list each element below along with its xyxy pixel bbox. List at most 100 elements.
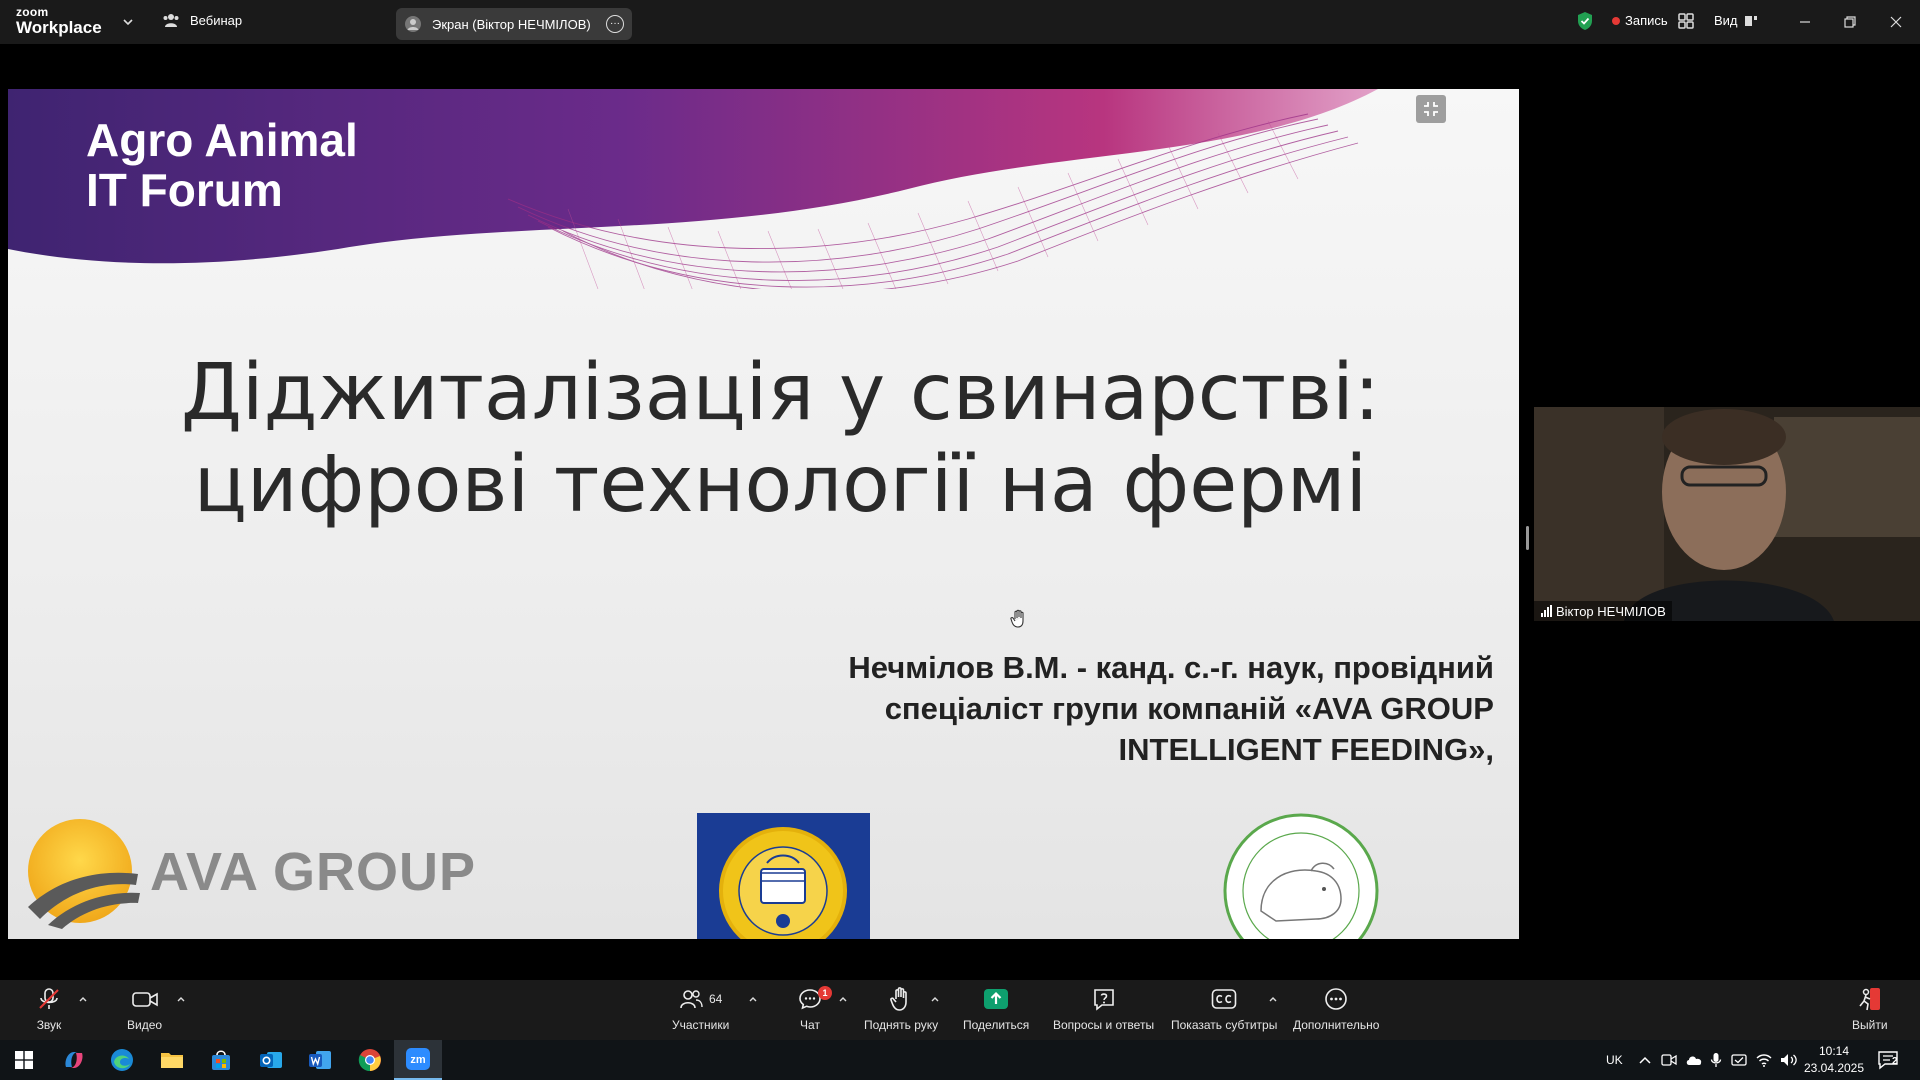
windows-logo-icon bbox=[15, 1051, 33, 1069]
microphone-muted-icon bbox=[39, 988, 59, 1009]
gallery-grid-icon[interactable] bbox=[1677, 12, 1695, 30]
captions-options-caret-icon[interactable] bbox=[1268, 994, 1278, 1004]
chevron-down-icon[interactable] bbox=[120, 14, 136, 30]
participant-video-tile[interactable]: Віктор НЕЧМІЛОВ bbox=[1534, 407, 1920, 621]
heading-line1: Діджиталізація у свинарстві: bbox=[180, 348, 1381, 438]
chat-options-caret-icon[interactable] bbox=[838, 994, 848, 1004]
fullscreen-button[interactable] bbox=[1416, 95, 1446, 123]
view-label: Вид bbox=[1714, 13, 1738, 28]
audio-button[interactable]: Звук bbox=[36, 986, 62, 1032]
share-screen-button[interactable]: Поделиться bbox=[963, 986, 1029, 1032]
tray-overflow-chevron-icon[interactable] bbox=[1638, 1054, 1652, 1066]
restore-icon bbox=[1844, 16, 1856, 28]
panel-resize-handle[interactable] bbox=[1526, 526, 1529, 550]
chat-button[interactable]: 1 Чат bbox=[798, 986, 832, 1032]
volume-icon[interactable] bbox=[1780, 1053, 1798, 1067]
language-label: UK bbox=[1606, 1053, 1623, 1067]
webinar-indicator[interactable]: Вебинар bbox=[162, 12, 242, 28]
word-icon bbox=[309, 1051, 331, 1069]
meeting-controls-bar: Звук Видео 64 Участники 1 Чат Поднять ру… bbox=[0, 980, 1920, 1040]
windows-taskbar: zm UK 10:14 23.04.2025 2 bbox=[0, 1040, 1920, 1080]
svg-text:zm: zm bbox=[410, 1054, 426, 1066]
share-label: Поделиться bbox=[963, 1018, 1030, 1032]
encryption-shield-icon[interactable] bbox=[1576, 11, 1594, 31]
taskbar-chrome[interactable] bbox=[346, 1040, 394, 1080]
more-label: Дополнительно bbox=[1293, 1018, 1380, 1032]
reactions-caret-icon[interactable] bbox=[930, 994, 940, 1004]
hand-cursor-icon bbox=[1010, 609, 1024, 628]
share-label: Экран (Віктор НЕЧМІЛОВ) bbox=[432, 16, 591, 32]
meet-now-icon[interactable] bbox=[1661, 1053, 1677, 1067]
security-tray-icon[interactable] bbox=[1731, 1052, 1747, 1068]
copilot-icon bbox=[65, 1052, 83, 1068]
taskbar-store[interactable] bbox=[197, 1040, 245, 1080]
minimize-window-button[interactable] bbox=[1793, 10, 1817, 34]
slide-heading: Діджиталізація у свинарстві: цифрові тех… bbox=[8, 347, 1519, 531]
avatar-icon bbox=[405, 16, 421, 32]
author-line2: спеціаліст групи компаній «AVA GROUP bbox=[884, 691, 1494, 726]
wifi-icon[interactable] bbox=[1756, 1053, 1772, 1067]
participants-options-caret-icon[interactable] bbox=[748, 994, 758, 1004]
clock-date: 23.04.2025 bbox=[1803, 1061, 1865, 1075]
folder-icon bbox=[161, 1053, 183, 1068]
close-window-button[interactable] bbox=[1884, 10, 1908, 34]
taskbar-word[interactable] bbox=[296, 1040, 344, 1080]
signal-strength-icon bbox=[1541, 605, 1552, 617]
video-button[interactable]: Видео bbox=[127, 986, 162, 1032]
leave-icon bbox=[1859, 988, 1880, 1011]
author-line1: Нечмілов В.М. - канд. с.-г. наук, провід… bbox=[848, 650, 1494, 685]
taskbar-copilot[interactable] bbox=[50, 1040, 98, 1080]
participants-label: Участники bbox=[672, 1018, 730, 1032]
brand-small: zoom bbox=[16, 5, 49, 19]
kiev-contract-fair-seal bbox=[697, 813, 870, 939]
onedrive-cloud-icon[interactable] bbox=[1685, 1054, 1703, 1066]
participants-icon bbox=[680, 990, 703, 1009]
heading-line2: цифрові технології на фермі bbox=[193, 440, 1368, 530]
webinar-icon bbox=[163, 14, 179, 27]
participants-button[interactable]: 64 Участники bbox=[672, 986, 729, 1032]
shared-screen-slide[interactable]: Agro Animal IT Forum Діджиталізація у св… bbox=[8, 89, 1519, 939]
share-screen-icon bbox=[984, 989, 1009, 1009]
webinar-label: Вебинар bbox=[190, 12, 243, 28]
store-bag-icon bbox=[212, 1050, 230, 1070]
screen-share-pill[interactable]: Экран (Віктор НЕЧМІЛОВ) ··· bbox=[396, 8, 632, 40]
input-language[interactable]: UK bbox=[1606, 1040, 1623, 1080]
qa-button[interactable]: Вопросы и ответы bbox=[1053, 986, 1154, 1032]
forum-title-line2: IT Forum bbox=[86, 164, 283, 216]
raise-hand-button[interactable]: Поднять руку bbox=[864, 986, 938, 1032]
camera-icon bbox=[131, 992, 158, 1007]
system-clock[interactable]: 10:14 23.04.2025 bbox=[1800, 1043, 1868, 1077]
forum-title: Agro Animal IT Forum bbox=[86, 115, 358, 215]
start-button[interactable] bbox=[0, 1040, 48, 1080]
taskbar-outlook[interactable] bbox=[247, 1040, 295, 1080]
view-menu-button[interactable]: Вид bbox=[1714, 13, 1758, 28]
meeting-content-area: Agro Animal IT Forum Діджиталізація у св… bbox=[0, 44, 1920, 980]
taskbar-zoom[interactable]: zm bbox=[394, 1040, 442, 1080]
taskbar-edge[interactable] bbox=[98, 1040, 146, 1080]
author-line3: INTELLIGENT FEEDING», bbox=[1118, 732, 1494, 767]
close-icon bbox=[1890, 16, 1902, 28]
stock-breeders-association-seal bbox=[1223, 813, 1379, 939]
captions-button[interactable]: Показать субтитры bbox=[1171, 986, 1277, 1032]
taskbar-file-explorer[interactable] bbox=[148, 1040, 196, 1080]
restore-window-button[interactable] bbox=[1838, 10, 1862, 34]
raise-hand-label: Поднять руку bbox=[864, 1018, 939, 1032]
exit-fullscreen-icon bbox=[1424, 102, 1438, 116]
audio-options-caret-icon[interactable] bbox=[78, 994, 88, 1004]
author-credits: Нечмілов В.М. - канд. с.-г. наук, провід… bbox=[734, 647, 1494, 770]
minimize-icon bbox=[1800, 21, 1810, 23]
leave-button[interactable]: Выйти bbox=[1852, 986, 1888, 1032]
recording-dot-icon bbox=[1612, 16, 1620, 25]
more-options-icon[interactable]: ··· bbox=[606, 15, 624, 33]
participant-name: Віктор НЕЧМІЛОВ bbox=[1556, 603, 1666, 619]
recording-label: Запись bbox=[1625, 13, 1668, 28]
video-options-caret-icon[interactable] bbox=[176, 994, 186, 1004]
microphone-tray-icon[interactable] bbox=[1710, 1052, 1722, 1068]
ava-group-logo-text: AVA GROUP bbox=[150, 842, 477, 902]
notification-center-button[interactable]: 2 bbox=[1866, 1040, 1910, 1080]
more-button[interactable]: Дополнительно bbox=[1293, 986, 1379, 1032]
qa-label: Вопросы и ответы bbox=[1053, 1018, 1155, 1032]
zoom-workplace-logo[interactable]: zoom Workplace bbox=[16, 6, 102, 36]
recording-indicator[interactable]: Запись bbox=[1612, 13, 1668, 28]
participant-name-label: Віктор НЕЧМІЛОВ bbox=[1534, 601, 1672, 621]
